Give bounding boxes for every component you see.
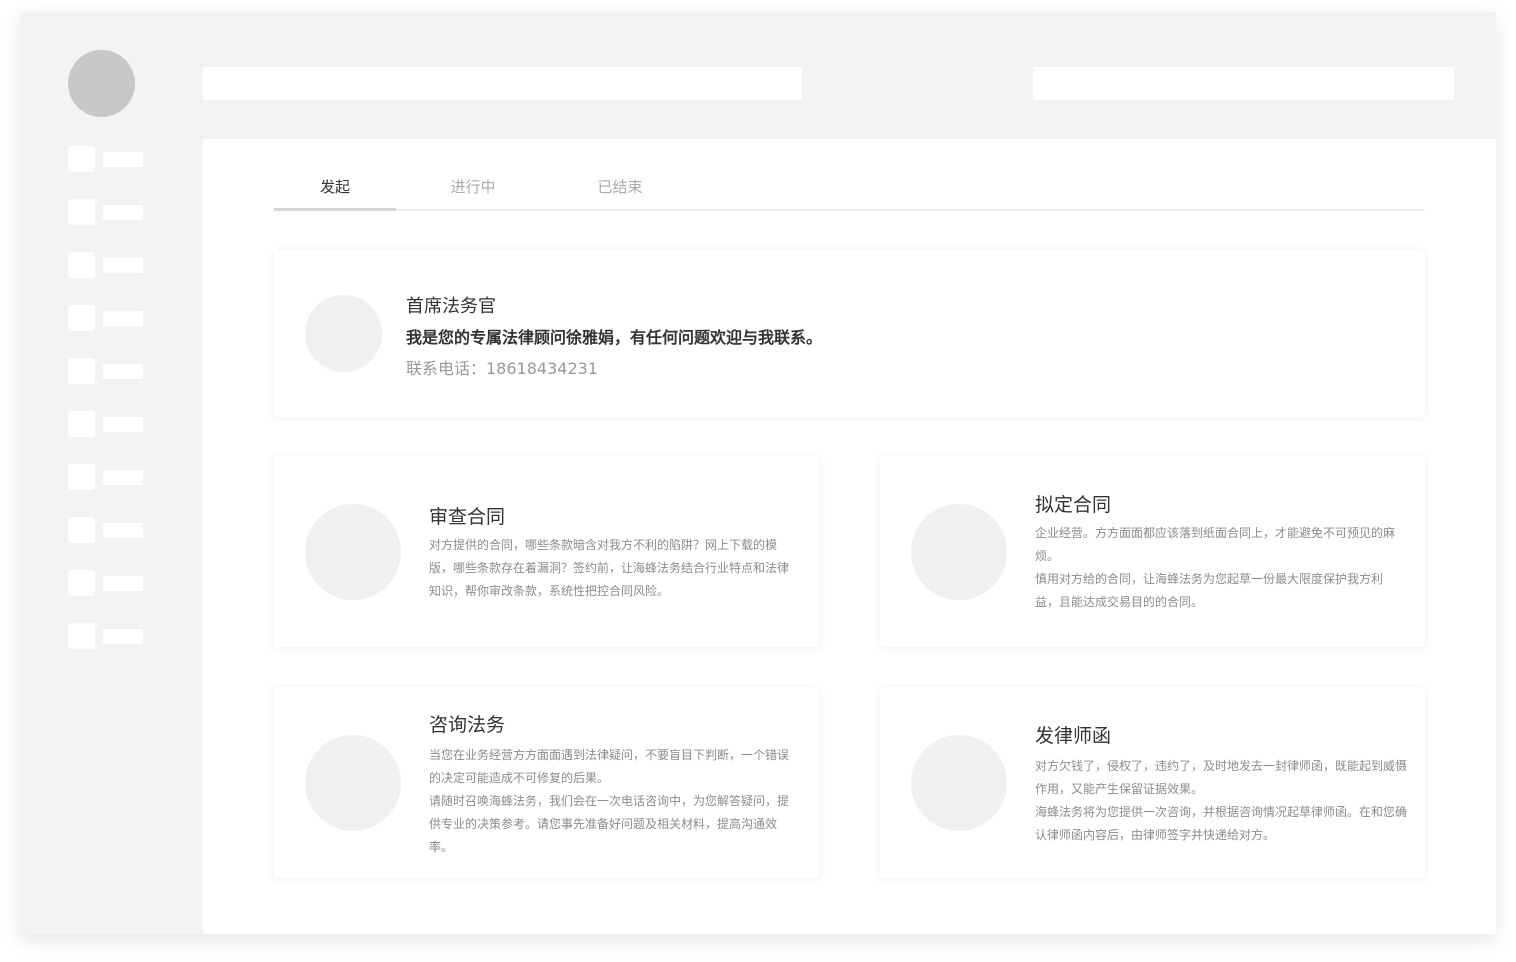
service-description: 对方提供的合同，哪些条款暗含对我方不利的陷阱？网上下载的模版，哪些条款存在着漏洞… xyxy=(429,534,791,603)
sidebar-item-label-placeholder xyxy=(103,258,143,273)
service-icon-placeholder xyxy=(911,504,1007,600)
tab-ended[interactable]: 已结束 xyxy=(559,177,681,209)
service-title: 发律师函 xyxy=(1035,725,1112,747)
tab-in-progress[interactable]: 进行中 xyxy=(412,177,534,209)
service-paragraph: 企业经营。方方面面都应该落到纸面合同上，才能避免不可预见的麻烦。 xyxy=(1035,526,1396,563)
tab-initiate[interactable]: 发起 xyxy=(274,177,396,211)
service-card-draft-contract[interactable]: 拟定合同 企业经营。方方面面都应该落到纸面合同上，才能避免不可预见的麻烦。 慎用… xyxy=(880,456,1425,647)
header-bar-right xyxy=(1033,67,1454,100)
tab-label: 进行中 xyxy=(450,178,496,196)
service-card-review-contract[interactable]: 审查合同 对方提供的合同，哪些条款暗含对我方不利的陷阱？网上下载的模版，哪些条款… xyxy=(274,456,819,647)
service-title: 审查合同 xyxy=(429,506,506,528)
tab-label: 已结束 xyxy=(597,178,643,196)
service-card-lawyer-letter[interactable]: 发律师函 对方欠钱了，侵权了，违约了，及时地发去一封律师函，既能起到威慑作用，又… xyxy=(880,687,1425,878)
service-card-legal-consult[interactable]: 咨询法务 当您在业务经营方方面面遇到法律疑问，不要盲目下判断，一个错误的决定可能… xyxy=(274,687,819,878)
sidebar-item-icon xyxy=(68,252,95,278)
sidebar-item-4[interactable] xyxy=(68,305,144,331)
header-bar-left xyxy=(203,67,802,100)
service-description: 当您在业务经营方方面面遇到法律疑问，不要盲目下判断，一个错误的决定可能造成不可修… xyxy=(429,744,791,859)
sidebar-item-7[interactable] xyxy=(68,464,144,490)
profile-description: 我是您的专属法律顾问徐雅娟，有任何问题欢迎与我联系。 xyxy=(406,328,823,347)
service-icon-placeholder xyxy=(305,735,401,831)
profile-title: 首席法务官 xyxy=(406,296,496,317)
sidebar-item-label-placeholder xyxy=(103,576,143,591)
service-paragraph: 对方欠钱了，侵权了，违约了，及时地发去一封律师函，既能起到威慑作用，又能产生保留… xyxy=(1035,759,1408,796)
sidebar-item-icon xyxy=(68,411,95,437)
sidebar-item-label-placeholder xyxy=(103,417,143,432)
sidebar-item-label-placeholder xyxy=(103,311,143,326)
sidebar-item-3[interactable] xyxy=(68,252,144,278)
tab-bar: 发起 进行中 已结束 xyxy=(274,177,1425,211)
sidebar-item-2[interactable] xyxy=(68,199,144,225)
sidebar-item-10[interactable] xyxy=(68,623,144,649)
sidebar-item-icon xyxy=(68,146,95,172)
profile-card: 首席法务官 我是您的专属法律顾问徐雅娟，有任何问题欢迎与我联系。 联系电话：18… xyxy=(274,250,1425,417)
sidebar-item-label-placeholder xyxy=(103,470,143,485)
service-paragraph: 海蜂法务将为您提供一次咨询，并根据咨询情况起草律师函。在和您确认律师函内容后，由… xyxy=(1035,805,1408,842)
service-icon-placeholder xyxy=(911,735,1007,831)
tab-label: 发起 xyxy=(319,178,350,196)
service-title: 咨询法务 xyxy=(429,714,506,736)
sidebar-item-6[interactable] xyxy=(68,411,144,437)
active-tab-indicator xyxy=(274,208,396,211)
sidebar-item-icon xyxy=(68,464,95,490)
sidebar-item-icon xyxy=(68,199,95,225)
sidebar-item-icon xyxy=(68,570,95,596)
sidebar-item-5[interactable] xyxy=(68,358,144,384)
main-content: 发起 进行中 已结束 首席法务官 我是您的专属法律顾问徐雅娟，有任何问题欢迎与我… xyxy=(203,139,1496,934)
sidebar-item-8[interactable] xyxy=(68,517,144,543)
service-icon-placeholder xyxy=(305,504,401,600)
sidebar-item-label-placeholder xyxy=(103,205,143,220)
profile-phone: 联系电话：18618434231 xyxy=(406,359,598,378)
user-avatar[interactable] xyxy=(68,50,135,117)
sidebar-item-icon xyxy=(68,305,95,331)
sidebar-item-label-placeholder xyxy=(103,629,143,644)
sidebar-item-icon xyxy=(68,623,95,649)
service-description: 对方欠钱了，侵权了，违约了，及时地发去一封律师函，既能起到威慑作用，又能产生保留… xyxy=(1035,755,1407,847)
service-title: 拟定合同 xyxy=(1035,494,1112,516)
sidebar-item-9[interactable] xyxy=(68,570,144,596)
sidebar-item-label-placeholder xyxy=(103,152,143,167)
service-paragraph: 对方提供的合同，哪些条款暗含对我方不利的陷阱？网上下载的模版，哪些条款存在着漏洞… xyxy=(429,538,790,598)
app-window: 发起 进行中 已结束 首席法务官 我是您的专属法律顾问徐雅娟，有任何问题欢迎与我… xyxy=(20,12,1496,934)
sidebar-item-label-placeholder xyxy=(103,523,143,538)
sidebar-item-icon xyxy=(68,358,95,384)
advisor-avatar xyxy=(305,295,382,372)
service-paragraph: 当您在业务经营方方面面遇到法律疑问，不要盲目下判断，一个错误的决定可能造成不可修… xyxy=(429,748,790,785)
sidebar-item-icon xyxy=(68,517,95,543)
service-paragraph: 慎用对方给的合同，让海蜂法务为您起草一份最大限度保护我方利益，且能达成交易目的的… xyxy=(1035,572,1384,609)
service-description: 企业经营。方方面面都应该落到纸面合同上，才能避免不可预见的麻烦。 慎用对方给的合… xyxy=(1035,522,1397,614)
service-paragraph: 请随时召唤海蜂法务，我们会在一次电话咨询中，为您解答疑问，提供专业的决策参考。请… xyxy=(429,794,790,854)
sidebar-item-1[interactable] xyxy=(68,146,144,172)
sidebar-item-label-placeholder xyxy=(103,364,143,379)
